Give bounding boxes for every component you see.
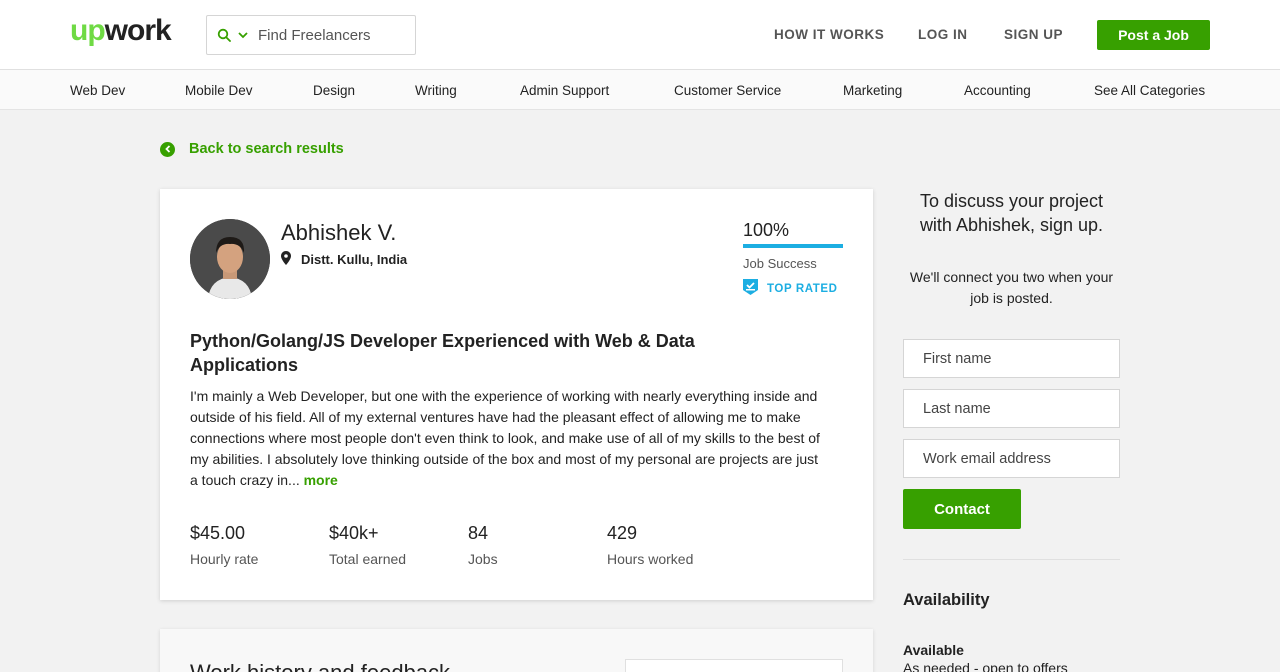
nav-sign-up[interactable]: SIGN UP bbox=[1004, 27, 1063, 42]
stat-jobs: 84 Jobs bbox=[468, 523, 498, 567]
search-input[interactable] bbox=[258, 26, 398, 44]
nav-log-in[interactable]: LOG IN bbox=[918, 27, 968, 42]
contact-button[interactable]: Contact bbox=[903, 489, 1021, 529]
logo-work-text: work bbox=[104, 14, 172, 47]
signup-heading: To discuss your project with Abhishek, s… bbox=[919, 191, 1104, 235]
stat-label: Total earned bbox=[329, 551, 407, 567]
signup-subtext: We'll connect you two when your job is p… bbox=[909, 269, 1114, 306]
back-arrow-icon bbox=[160, 141, 175, 157]
stat-label: Hourly rate bbox=[190, 551, 259, 567]
search-icon[interactable] bbox=[216, 27, 232, 43]
nav-how-it-works[interactable]: HOW IT WORKS bbox=[774, 27, 884, 42]
category-mobile-dev[interactable]: Mobile Dev bbox=[185, 83, 253, 98]
category-see-all[interactable]: See All Categories bbox=[1094, 83, 1205, 98]
top-rated-badge-icon bbox=[743, 279, 758, 298]
profile-description: I'm mainly a Web Developer, but one with… bbox=[190, 386, 820, 491]
category-bar: Web Dev Mobile Dev Design Writing Admin … bbox=[0, 70, 1280, 110]
chevron-down-icon[interactable] bbox=[235, 27, 251, 43]
category-web-dev[interactable]: Web Dev bbox=[70, 83, 125, 98]
work-history-card: Work history and feedback bbox=[160, 629, 873, 672]
post-job-button[interactable]: Post a Job bbox=[1097, 20, 1210, 50]
avatar bbox=[190, 219, 270, 299]
stat-value: 84 bbox=[468, 523, 489, 543]
category-accounting[interactable]: Accounting bbox=[964, 83, 1031, 98]
top-header: upwork HOW IT WORKS LOG IN SIGN UP Post … bbox=[0, 0, 1280, 70]
sidebar-divider bbox=[903, 559, 1120, 560]
job-success-label: Job Success bbox=[743, 256, 817, 271]
stat-total-earned: $40k+ Total earned bbox=[329, 523, 406, 567]
stat-label: Hours worked bbox=[607, 551, 694, 567]
stat-value: $40k+ bbox=[329, 523, 379, 543]
category-admin-support[interactable]: Admin Support bbox=[520, 83, 609, 98]
job-success: 100% Job Success TOP RATED bbox=[743, 220, 843, 298]
category-customer-service[interactable]: Customer Service bbox=[674, 83, 781, 98]
search-box bbox=[206, 15, 416, 55]
availability-heading: Availability bbox=[903, 591, 990, 609]
work-history-heading: Work history and feedback bbox=[190, 660, 450, 672]
stat-value: 429 bbox=[607, 523, 638, 543]
profile-description-text: I'm mainly a Web Developer, but one with… bbox=[190, 388, 820, 488]
upwork-logo[interactable]: up work bbox=[70, 14, 172, 54]
job-success-value: 100% bbox=[743, 220, 790, 240]
category-writing[interactable]: Writing bbox=[415, 83, 457, 98]
back-link-label: Back to search results bbox=[189, 141, 344, 157]
profile-title: Python/Golang/JS Developer Experienced w… bbox=[190, 331, 695, 375]
first-name-field[interactable] bbox=[903, 339, 1120, 378]
location-pin-icon bbox=[281, 251, 291, 268]
freelancer-name: Abhishek V. bbox=[281, 220, 397, 245]
back-to-search-link[interactable]: Back to search results bbox=[160, 141, 344, 157]
stat-value: $45.00 bbox=[190, 523, 246, 543]
stat-label: Jobs bbox=[468, 551, 498, 567]
work-history-filter[interactable] bbox=[625, 659, 843, 672]
availability-detail: As needed - open to offers bbox=[903, 660, 1068, 672]
location-text: Distt. Kullu, India bbox=[301, 252, 408, 267]
availability-status: Available bbox=[903, 642, 964, 658]
more-link[interactable]: more bbox=[304, 472, 338, 488]
location: Distt. Kullu, India bbox=[281, 251, 407, 268]
stat-hourly-rate: $45.00 Hourly rate bbox=[190, 523, 258, 567]
last-name-field[interactable] bbox=[903, 389, 1120, 428]
top-rated-badge: TOP RATED bbox=[743, 279, 843, 298]
stat-hours-worked: 429 Hours worked bbox=[607, 523, 693, 567]
job-success-bar bbox=[743, 244, 843, 248]
top-rated-label: TOP RATED bbox=[767, 282, 838, 295]
logo-up-text: up bbox=[70, 14, 106, 47]
profile-card: Abhishek V. Distt. Kullu, India 100% Job… bbox=[160, 189, 873, 600]
category-design[interactable]: Design bbox=[313, 83, 355, 98]
category-marketing[interactable]: Marketing bbox=[843, 83, 902, 98]
email-field[interactable] bbox=[903, 439, 1120, 478]
